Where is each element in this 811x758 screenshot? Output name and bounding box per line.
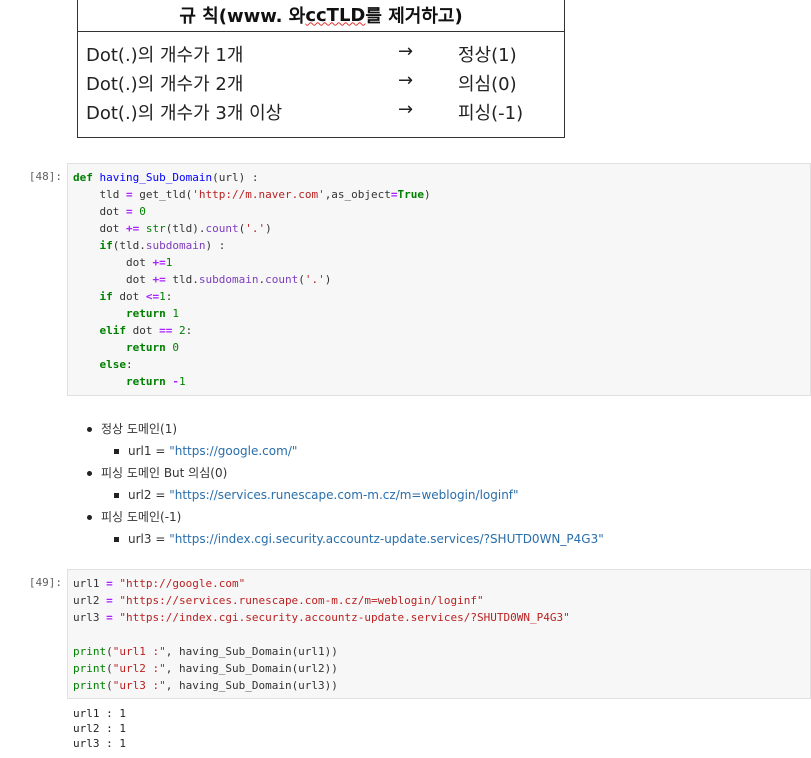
cell-prompt: [48]: [28,170,62,183]
rule-row: Dot(.)의 개수가 1개 → 정상(1) [78,41,564,70]
list-item: 피싱 도메인(-1) [86,506,604,528]
url-link[interactable]: "https://services.runescape.com-m.cz/m=w… [169,488,518,502]
rule-result: 의심(0) [458,74,517,95]
right-arrow-icon: → [398,41,414,62]
list-item: 피싱 도메인 But 의심(0) [86,462,604,484]
url-link[interactable]: "https://index.cgi.security.accountz-upd… [169,532,604,546]
rule-row: Dot(.)의 개수가 2개 → 의심(0) [78,70,564,99]
right-arrow-icon: → [398,99,414,120]
list-item: 정상 도메인(1) [86,418,604,440]
rule-condition: Dot(.)의 개수가 3개 이상 [86,103,283,124]
rule-table-image: 규 칙(www. 와 ccTLD 를 제거하고) Dot(.)의 개수가 1개 … [77,0,565,138]
code-editor[interactable]: def having_Sub_Domain(url) : tld = get_t… [73,169,810,390]
code-editor[interactable]: url1 = "http://google.com" url2 = "https… [73,575,810,694]
cctld-term: ccTLD [305,4,366,26]
rule-condition: Dot(.)의 개수가 2개 [86,74,244,95]
url-link[interactable]: "https://google.com/" [169,444,297,458]
rule-row: Dot(.)의 개수가 3개 이상 → 피싱(-1) [78,99,564,128]
list-item: url1 = "https://google.com/" [86,440,604,462]
rule-condition: Dot(.)의 개수가 1개 [86,45,244,66]
right-arrow-icon: → [398,70,414,91]
markdown-cell: 정상 도메인(1) url1 = "https://google.com/" 피… [86,418,604,550]
rule-table-title: 규 칙(www. 와 ccTLD 를 제거하고) [78,0,564,32]
rule-result: 피싱(-1) [458,103,524,124]
list-item: url2 = "https://services.runescape.com-m… [86,484,604,506]
cell-output: url1 : 1 url2 : 1 url3 : 1 [73,707,126,750]
code-cell-49[interactable]: url1 = "http://google.com" url2 = "https… [67,569,811,699]
rule-result: 정상(1) [458,45,517,66]
code-cell-48[interactable]: def having_Sub_Domain(url) : tld = get_t… [67,163,811,396]
list-item: url3 = "https://index.cgi.security.accou… [86,528,604,550]
cell-prompt: [49]: [28,576,62,589]
